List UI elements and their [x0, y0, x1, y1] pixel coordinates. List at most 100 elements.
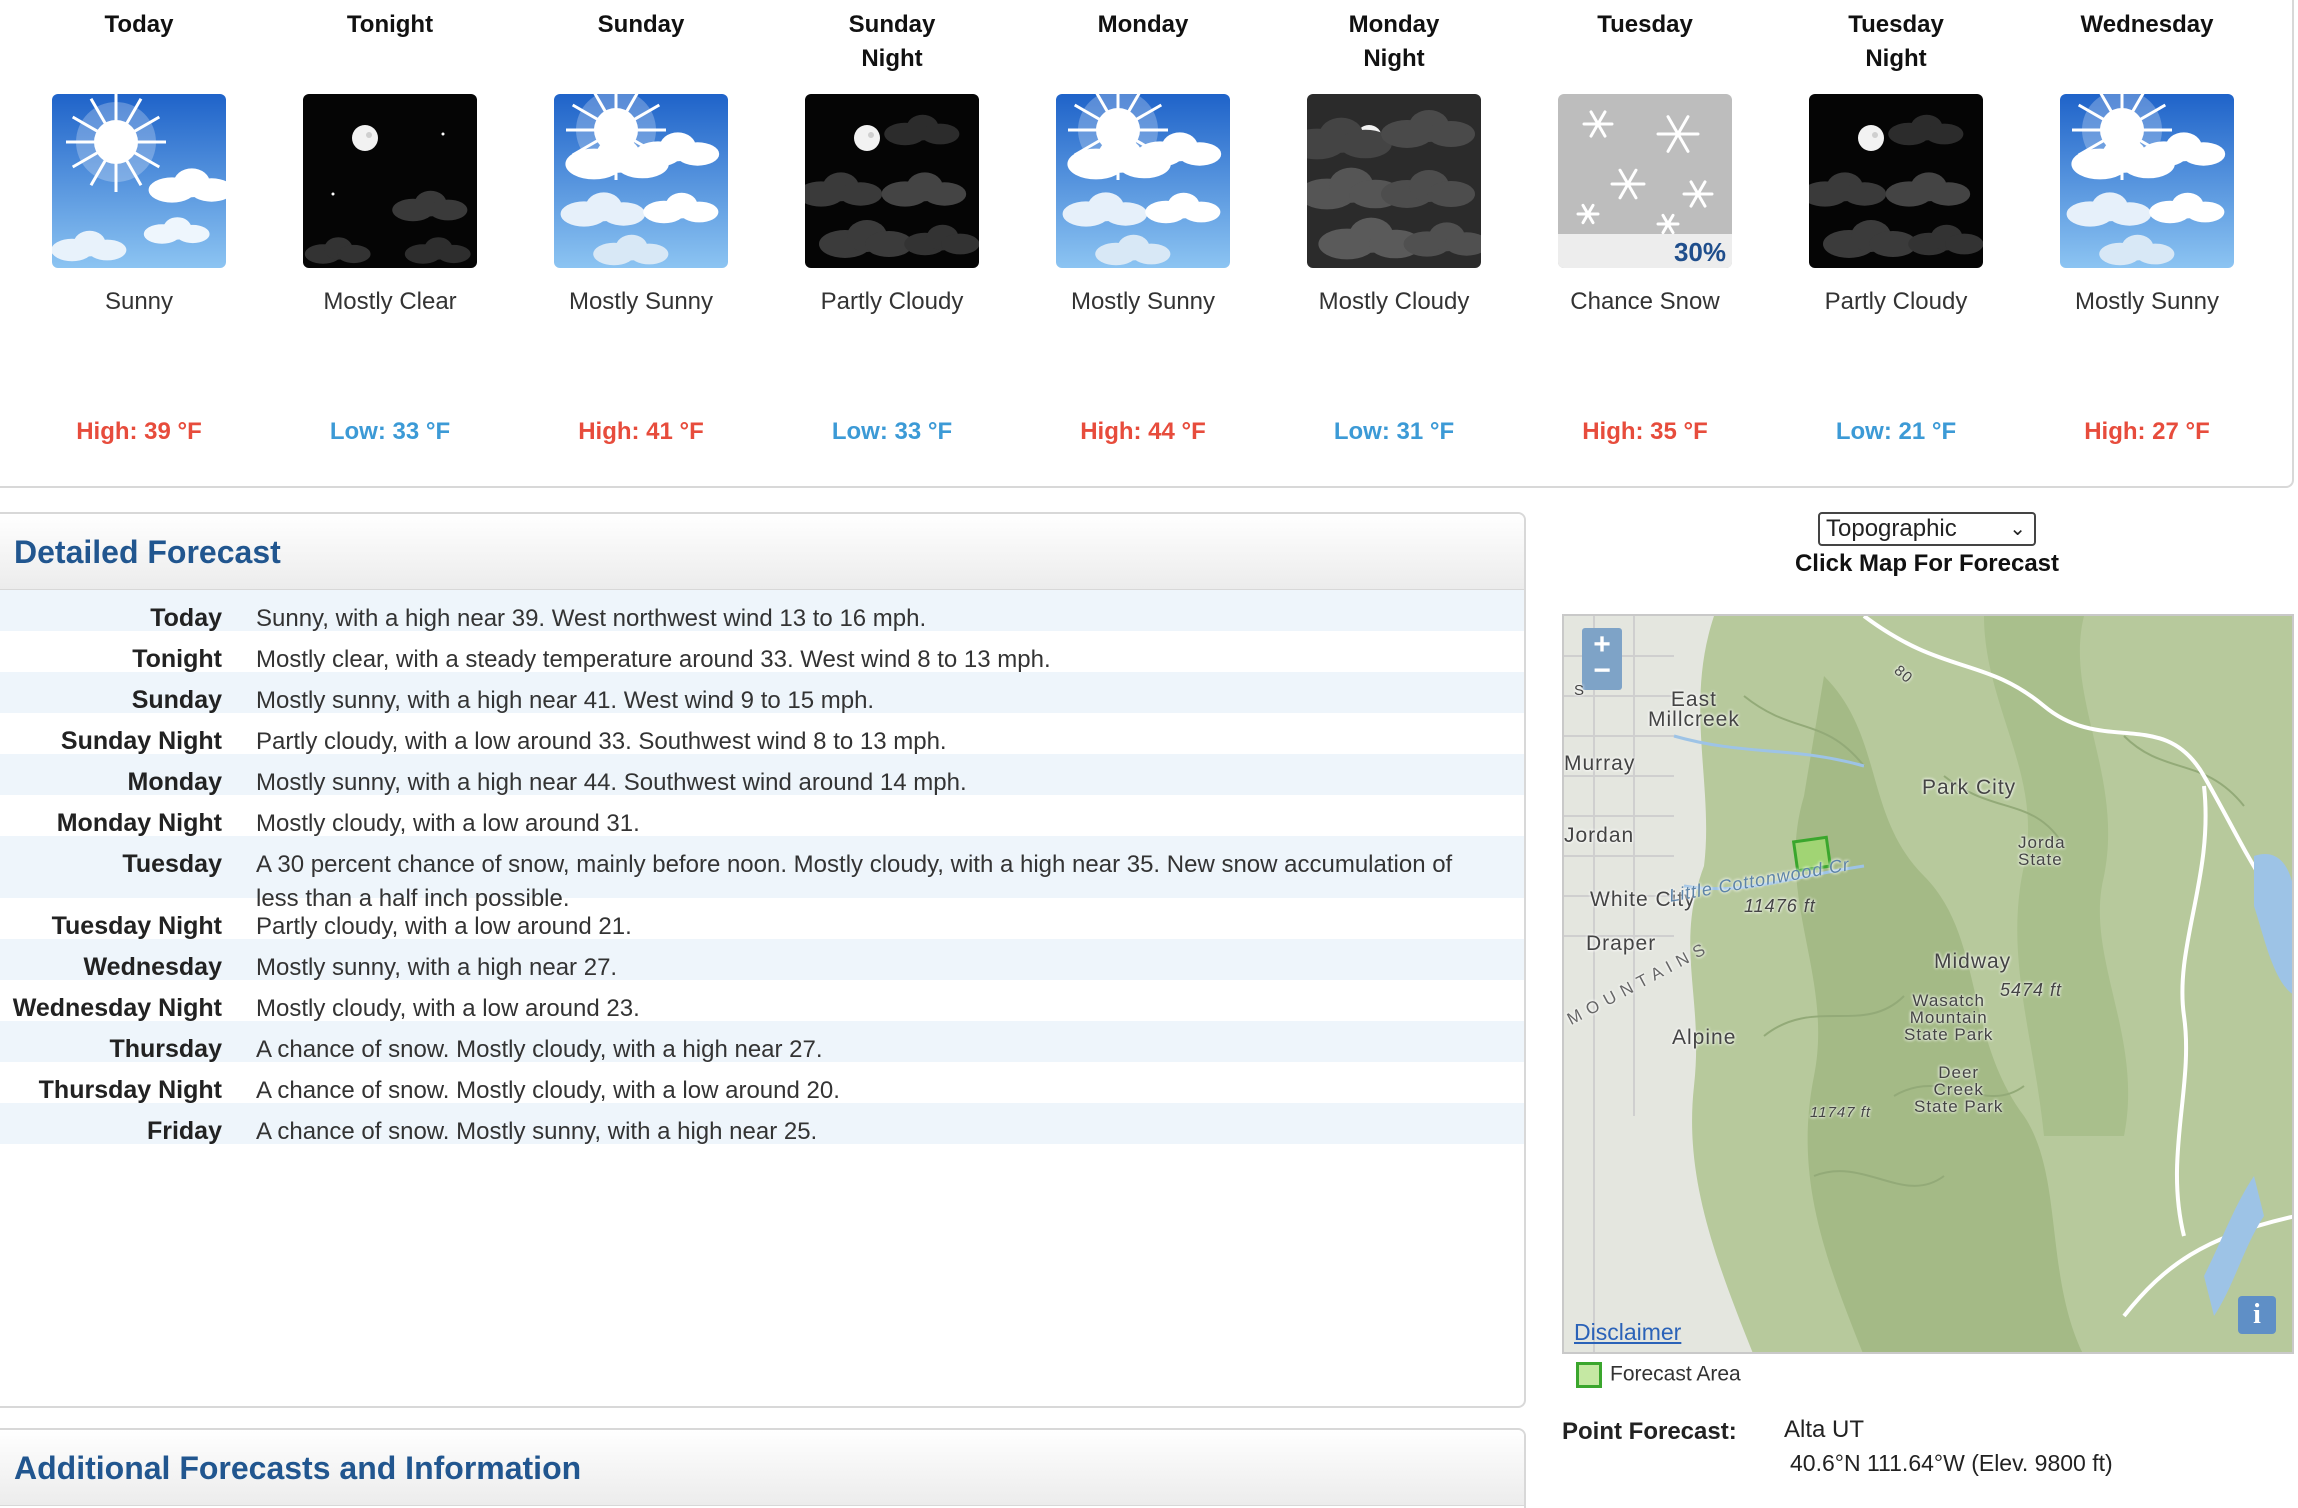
short-forecast: Mostly Sunny — [1070, 288, 1216, 315]
map-label-murray: Murray — [1564, 752, 1636, 775]
period-name: Wednesday — [2080, 11, 2214, 38]
row-period-label: Sunday Night — [60, 727, 222, 755]
detailed-forecast-rows: Today Sunny, with a high near 39. West no… — [0, 590, 1524, 1145]
forecast-period[interactable]: Tonight Mostly Clear Low: 33 °F — [270, 0, 510, 480]
precip-chance-label: 30% — [1673, 237, 1726, 267]
night-mostly-cloudy-icon — [1307, 94, 1481, 268]
map-label-deer-creek: Deer Creek State Park — [1914, 1063, 2004, 1116]
row-period-label: Today — [150, 604, 222, 632]
row-period-label: Wednesday Night — [12, 994, 222, 1022]
map-label-elev-11747: 11747 ft — [1810, 1104, 1872, 1121]
row-period-label: Monday — [127, 768, 222, 796]
map-label-elev-5474: 5474 ft — [2000, 980, 2063, 1000]
row-period-label: Monday Night — [56, 809, 222, 837]
forecast-period[interactable]: Monday Mostly Sunny High: 44 °F — [1023, 0, 1263, 480]
forecast-period[interactable]: Sunday Mostly Sunny High: 41 °F — [521, 0, 761, 480]
row-period-label: Wednesday — [83, 953, 222, 981]
snow-icon: 30% — [1558, 94, 1732, 268]
high-temperature: High: 35 °F — [1582, 418, 1708, 445]
row-period-label: Tuesday — [122, 850, 222, 878]
forecast-period[interactable]: Monday Night Mostly Cloudy Low: 31 °F — [1274, 0, 1514, 480]
map-legend-label: Forecast Area — [1610, 1362, 1741, 1386]
detailed-forecast-row: Monday Mostly sunny, with a high near 44.… — [0, 754, 1524, 796]
detailed-forecast-row: Wednesday Night Mostly cloudy, with a low… — [0, 980, 1524, 1022]
low-temperature: Low: 33 °F — [329, 418, 451, 445]
period-name: Tuesday Night — [1848, 11, 1944, 72]
map-type-selected: Topographic — [1826, 515, 1957, 542]
row-period-label: Thursday — [109, 1035, 222, 1063]
point-forecast-place: Alta UT — [1784, 1416, 1865, 1443]
map-caption: Click Map For Forecast — [1794, 550, 2060, 577]
detailed-forecast-row: Monday Night Mostly cloudy, with a low ar… — [0, 795, 1524, 837]
detailed-forecast-row: Sunday Night Partly cloudy, with a low ar… — [0, 713, 1524, 755]
detailed-forecast-row: Today Sunny, with a high near 39. West no… — [0, 590, 1524, 632]
row-period-label: Tuesday Night — [51, 912, 222, 940]
map-label-hwy-s: S — [1574, 682, 1586, 699]
period-name: Sunday — [597, 11, 685, 38]
map-label-jordanelle: Jorda State — [2018, 833, 2066, 869]
map-label-jordan: Jordan — [1564, 824, 1635, 847]
short-forecast: Partly Cloudy — [820, 288, 964, 315]
night-partly-cloudy-icon — [1809, 94, 1983, 268]
map-label-alpine: Alpine — [1672, 1026, 1737, 1049]
map-label-park-city: Park City — [1922, 776, 2017, 799]
detailed-forecast-row: Thursday A chance of snow. Mostly cloudy,… — [0, 1021, 1524, 1063]
period-name: Today — [104, 11, 174, 38]
short-forecast: Chance Snow — [1570, 288, 1720, 315]
detailed-forecast-row: Tonight Mostly clear, with a steady tempe… — [0, 631, 1524, 673]
forecast-period[interactable]: Sunday Night Partly Cloudy Low: 33 °F — [772, 0, 1012, 480]
period-name: Tonight — [346, 11, 434, 38]
period-name: Sunday Night — [848, 11, 936, 72]
short-forecast: Mostly Sunny — [568, 288, 714, 315]
short-forecast: Mostly Cloudy — [1318, 288, 1470, 315]
low-temperature: Low: 31 °F — [1333, 418, 1455, 445]
detailed-forecast-row: Tuesday Night Partly cloudy, with a low a… — [0, 898, 1524, 940]
high-temperature: High: 41 °F — [578, 418, 704, 445]
map-label-elev-11476: 11476 ft — [1744, 896, 1816, 916]
night-clear-icon — [303, 94, 477, 268]
map-info-button[interactable]: i — [2238, 1296, 2276, 1334]
forecast-area-swatch — [1576, 1362, 1602, 1388]
mostly-sunny-icon — [2060, 94, 2234, 268]
forecast-period[interactable]: Today Sunny High: 39 °F — [19, 0, 259, 480]
seven-day-forecast-strip: Today Sunny High: 39 °F Tonight Mostly Clear… — [0, 0, 2294, 488]
short-forecast: Sunny — [104, 288, 174, 315]
high-temperature: High: 27 °F — [2084, 418, 2210, 445]
period-name: Tuesday — [1597, 11, 1693, 38]
map-label-midway: Midway — [1934, 950, 2012, 973]
row-period-label: Friday — [146, 1117, 222, 1145]
short-forecast: Partly Cloudy — [1824, 288, 1968, 315]
zoom-out-button[interactable]: − — [1582, 654, 1622, 690]
map-legend: Forecast Area — [1576, 1362, 1741, 1388]
mostly-sunny-icon — [554, 94, 728, 268]
detailed-forecast-row: Thursday Night A chance of snow. Mostly c… — [0, 1062, 1524, 1104]
short-forecast: Mostly Sunny — [2074, 288, 2220, 315]
point-forecast-coords: 40.6°N 111.64°W (Elev. 9800 ft) — [1790, 1450, 2113, 1476]
row-period-label: Thursday Night — [38, 1076, 222, 1104]
low-temperature: Low: 33 °F — [831, 418, 953, 445]
map-label-east-millcreek: East Millcreek — [1648, 688, 1740, 731]
row-forecast-text: A chance of snow. Mostly sunny, with a h… — [256, 1118, 818, 1145]
period-name: Monday Night — [1348, 11, 1440, 72]
sunny-icon — [52, 94, 226, 268]
detailed-forecast-row: Wednesday Mostly sunny, with a high near … — [0, 939, 1524, 981]
row-period-label: Tonight — [132, 645, 222, 673]
forecast-period[interactable]: Wednesday Mostly Sunny High: 27 °F — [2027, 0, 2267, 480]
low-temperature: Low: 21 °F — [1835, 418, 1957, 445]
short-forecast: Mostly Clear — [323, 288, 457, 315]
additional-forecasts-panel: Additional Forecasts and Information — [0, 1428, 1526, 1508]
chevron-down-icon: ⌄ — [2009, 518, 2026, 540]
row-period-label: Sunday — [131, 686, 222, 714]
map-disclaimer-link[interactable]: Disclaimer — [1574, 1319, 1681, 1346]
point-forecast-label: Point Forecast: — [1562, 1418, 1737, 1445]
high-temperature: High: 39 °F — [76, 418, 202, 445]
night-partly-cloudy-icon — [805, 94, 979, 268]
map-label-wasatch: Wasatch Mountain State Park — [1904, 991, 1994, 1044]
map-type-select[interactable]: Topographic ⌄ — [1818, 512, 2036, 546]
forecast-map[interactable]: + − East Millcreek Murray Jordan White C… — [1562, 614, 2294, 1354]
forecast-period[interactable]: Tuesday 30% Chance Snow High: 35 °F — [1525, 0, 1765, 480]
map-label-draper: Draper — [1586, 932, 1657, 955]
forecast-period[interactable]: Tuesday Night Partly Cloudy Low: 21 °F — [1776, 0, 2016, 480]
detailed-forecast-row: Tuesday A 30 percent chance of snow, main… — [0, 836, 1524, 912]
detailed-forecast-heading: Detailed Forecast — [0, 514, 1524, 590]
